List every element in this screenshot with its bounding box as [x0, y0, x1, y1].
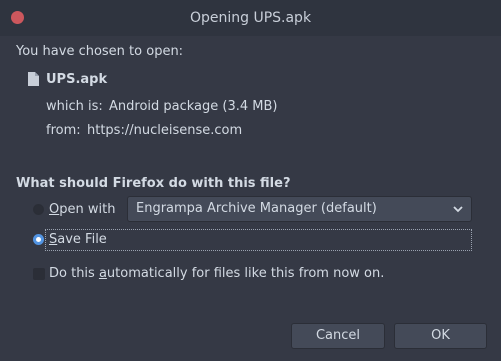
save-file-rest: ave File — [57, 232, 107, 247]
close-window-button[interactable] — [11, 11, 24, 24]
download-dialog: Opening UPS.apk You have chosen to open:… — [0, 0, 501, 361]
action-question: What should Firefox do with this file? — [16, 176, 291, 191]
application-select[interactable]: Engrampa Archive Manager (default) — [127, 196, 472, 222]
open-with-label[interactable]: Open with — [49, 202, 115, 217]
title-bar[interactable]: Opening UPS.apk — [0, 0, 501, 36]
ok-button[interactable]: OK — [394, 323, 487, 349]
auto-accel: a — [98, 266, 107, 281]
save-file-radio[interactable] — [33, 234, 44, 245]
file-type-label: which is: — [46, 99, 103, 114]
open-with-accel: O — [49, 202, 60, 217]
auto-prefix: Do this — [49, 266, 99, 281]
application-select-value: Engrampa Archive Manager (default) — [136, 201, 377, 216]
cancel-button[interactable]: Cancel — [291, 323, 385, 349]
auto-suffix: utomatically for files like this from no… — [106, 266, 385, 281]
open-with-radio[interactable] — [33, 204, 44, 215]
chosen-label: You have chosen to open: — [16, 44, 184, 59]
file-source-value: https://nucleisense.com — [87, 123, 243, 138]
open-with-rest: pen with — [59, 202, 116, 217]
auto-label[interactable]: Do this automatically for files like thi… — [49, 266, 384, 281]
document-icon — [28, 72, 39, 86]
auto-checkbox[interactable] — [33, 268, 45, 280]
save-file-focus-outline — [45, 229, 472, 251]
chevron-down-icon — [453, 206, 463, 213]
file-type-value: Android package (3.4 MB) — [109, 99, 278, 114]
file-name: UPS.apk — [46, 72, 108, 87]
save-file-label[interactable]: Save File — [49, 232, 107, 247]
window-title: Opening UPS.apk — [189, 10, 312, 26]
file-source-label: from: — [46, 123, 81, 138]
